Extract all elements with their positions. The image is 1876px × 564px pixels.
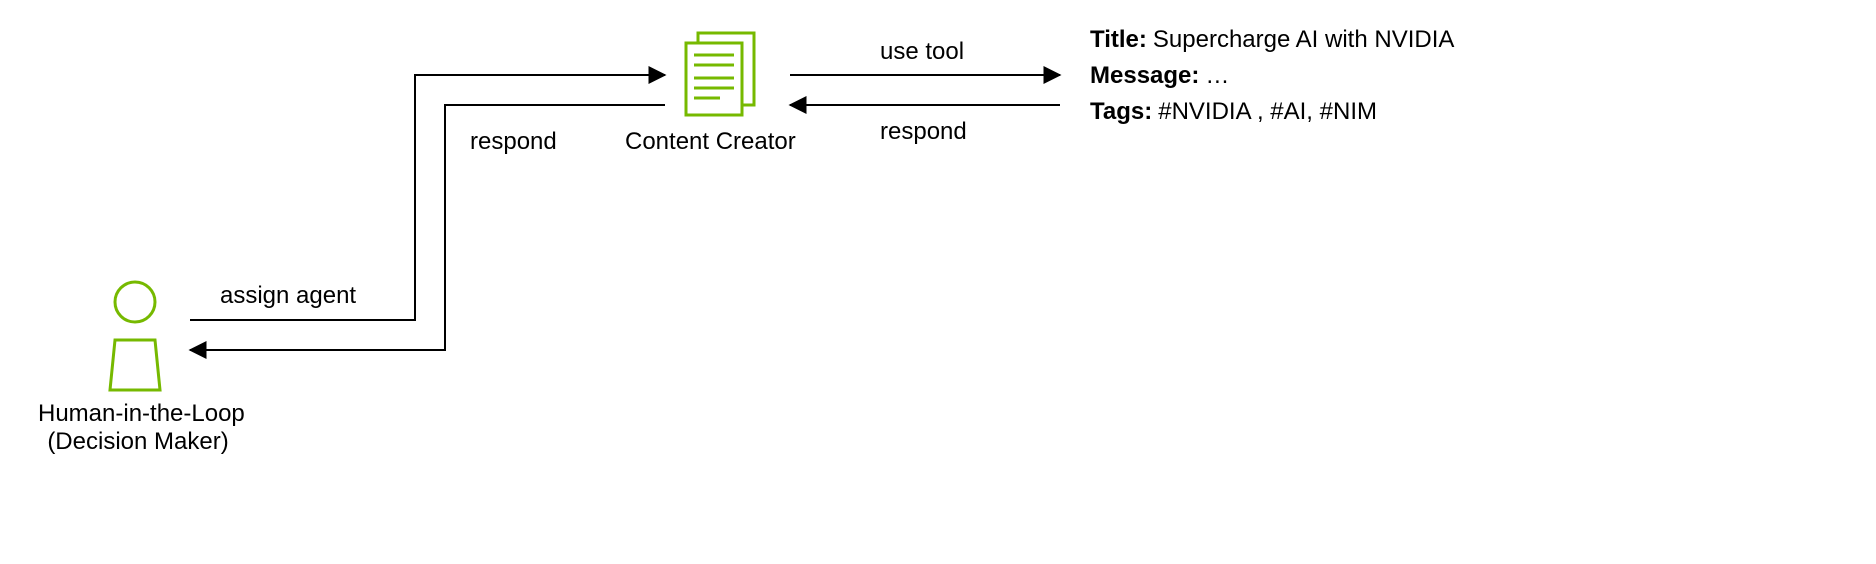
output-message-value: … [1205, 58, 1229, 94]
output-title-label: Title: [1090, 22, 1147, 58]
edge-label-use-tool: use tool [880, 38, 964, 66]
human-label: Human-in-the-Loop (Decision Maker) [38, 400, 238, 456]
content-creator-label: Content Creator [625, 128, 796, 156]
human-label-line2: (Decision Maker) [38, 428, 238, 456]
output-tags-value: #NVIDIA , #AI, #NIM [1158, 94, 1377, 130]
document-icon [686, 33, 754, 115]
output-tags-row: Tags: #NVIDIA , #AI, #NIM [1090, 94, 1454, 130]
edge-label-respond-left: respond [470, 128, 557, 156]
output-title-value: Supercharge AI with NVIDIA [1153, 22, 1454, 58]
output-message-label: Message: [1090, 58, 1199, 94]
human-label-line1: Human-in-the-Loop [38, 400, 238, 428]
output-title-row: Title: Supercharge AI with NVIDIA [1090, 22, 1454, 58]
edge-label-respond-right: respond [880, 118, 967, 146]
output-tags-label: Tags: [1090, 94, 1152, 130]
human-icon [110, 282, 160, 390]
output-message-row: Message: … [1090, 58, 1454, 94]
arrow-respond-left [190, 105, 665, 350]
edge-label-assign-agent: assign agent [220, 282, 356, 310]
output-block: Title: Supercharge AI with NVIDIA Messag… [1090, 22, 1454, 130]
